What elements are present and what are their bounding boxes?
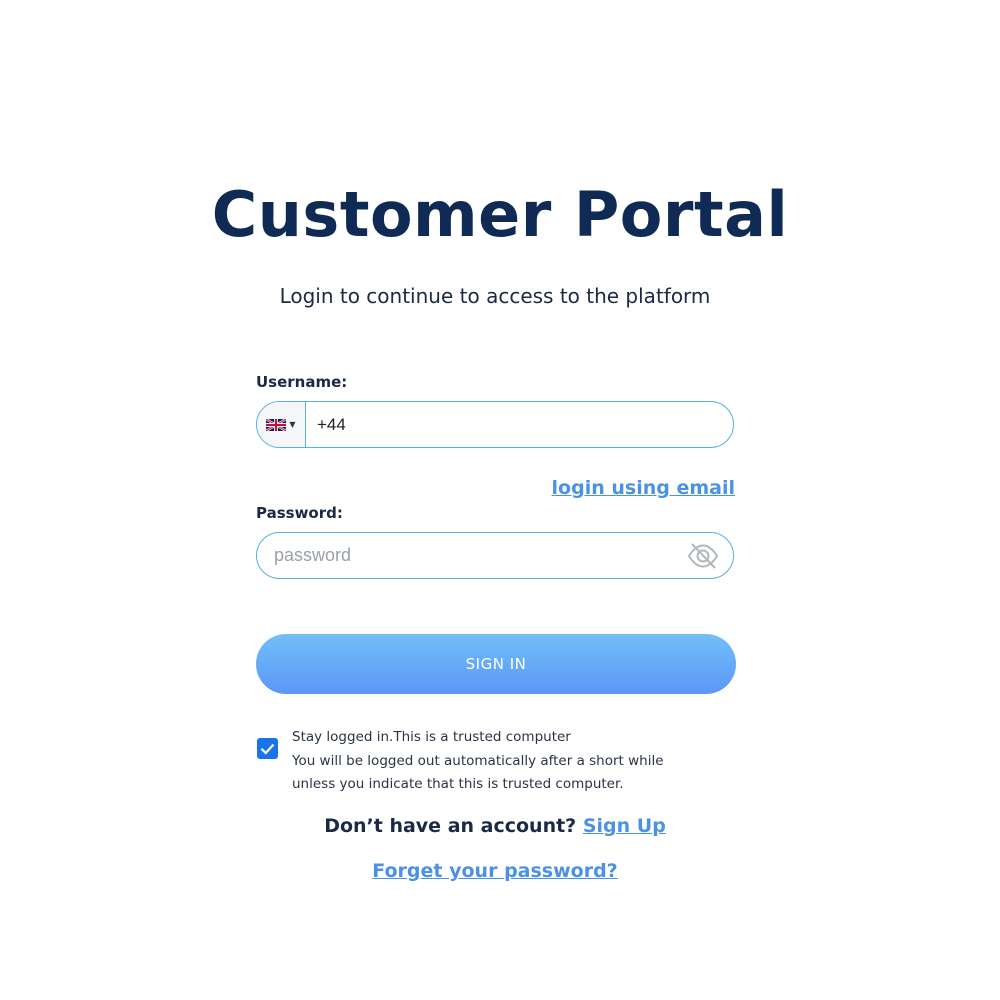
country-selector[interactable]: ▼: [257, 402, 306, 447]
stay-logged-in-label: Stay logged in.This is a trusted compute…: [292, 729, 571, 745]
login-using-email-link[interactable]: login using email: [552, 477, 735, 499]
password-label: Password:: [256, 504, 343, 522]
stay-logged-in-text: Stay logged in.This is a trusted compute…: [292, 726, 664, 797]
page-title: Customer Portal: [211, 178, 789, 251]
password-field: [256, 532, 734, 579]
stay-logged-in-note-2: unless you indicate that this is trusted…: [292, 776, 624, 792]
forgot-password-link[interactable]: Forget your password?: [0, 860, 990, 882]
sign-in-button[interactable]: SIGN IN: [256, 634, 736, 694]
page-subtitle: Login to continue to access to the platf…: [279, 284, 711, 308]
username-field: ▼: [256, 401, 734, 448]
uk-flag-icon: [266, 418, 287, 431]
phone-input[interactable]: [317, 402, 717, 447]
chevron-down-icon: ▼: [289, 420, 296, 429]
password-input[interactable]: [274, 533, 674, 578]
eye-slash-icon[interactable]: [687, 541, 719, 571]
stay-logged-in-checkbox[interactable]: [257, 738, 278, 759]
username-label: Username:: [256, 373, 348, 391]
no-account-text: Don’t have an account?: [324, 815, 577, 837]
sign-up-link[interactable]: Sign Up: [583, 815, 666, 837]
stay-logged-in-note: You will be logged out automatically aft…: [292, 752, 664, 769]
no-account-row: Don’t have an account? Sign Up: [0, 815, 990, 837]
checkmark-icon: [260, 743, 275, 755]
